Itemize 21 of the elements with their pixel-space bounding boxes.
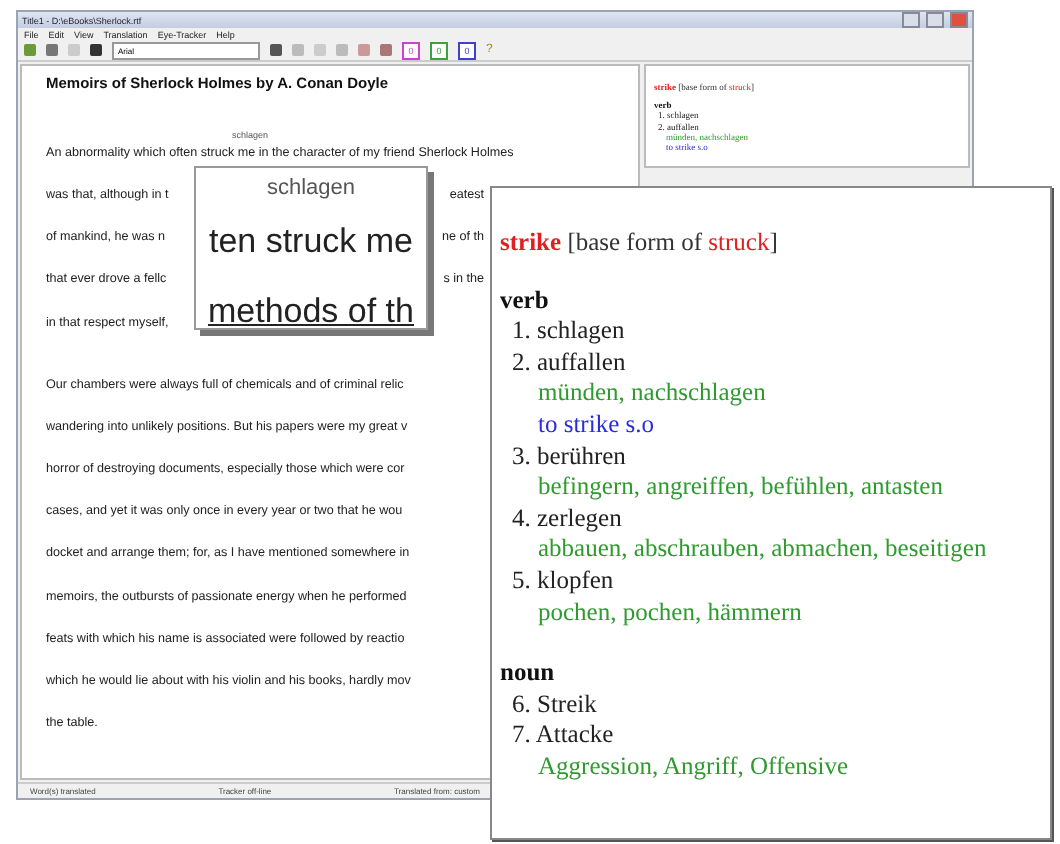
synonyms-text: pochen, pochen, hämmern: [536, 597, 802, 629]
synonyms-text: abbauen, abschrauben, abmachen, beseitigen: [536, 534, 987, 566]
sense-word: 5. klopfen: [510, 565, 614, 598]
minimize-icon[interactable]: [902, 12, 920, 28]
sense-word: 3. berühren: [510, 441, 626, 473]
magnified-gloss: schlagen: [266, 176, 356, 200]
synonyms-text: münden, nachschlagen: [536, 378, 766, 410]
entry-heading: strike [base form of struck]: [500, 228, 780, 260]
part-of-speech: noun: [500, 658, 555, 690]
maximize-icon[interactable]: [926, 12, 944, 28]
sense-word: 2. auffallen: [510, 347, 626, 379]
part-of-speech: verb: [500, 285, 549, 317]
example-text: to strike s.o: [536, 409, 654, 442]
magnified-text: methods of th: [207, 294, 414, 328]
synonyms-text: Aggression, Angriff, Offensive: [536, 751, 849, 783]
sense-word: 6. Streik: [510, 689, 597, 721]
sense-word: 1. schlagen: [510, 316, 625, 348]
sense-word: 7. Attacke: [510, 720, 614, 752]
synonyms-text: befingern, angreiffen, befühlen, antasten: [536, 472, 943, 504]
magnified-text: ten struck me: [208, 221, 414, 261]
sense-word: 4. zerlegen: [510, 503, 622, 535]
